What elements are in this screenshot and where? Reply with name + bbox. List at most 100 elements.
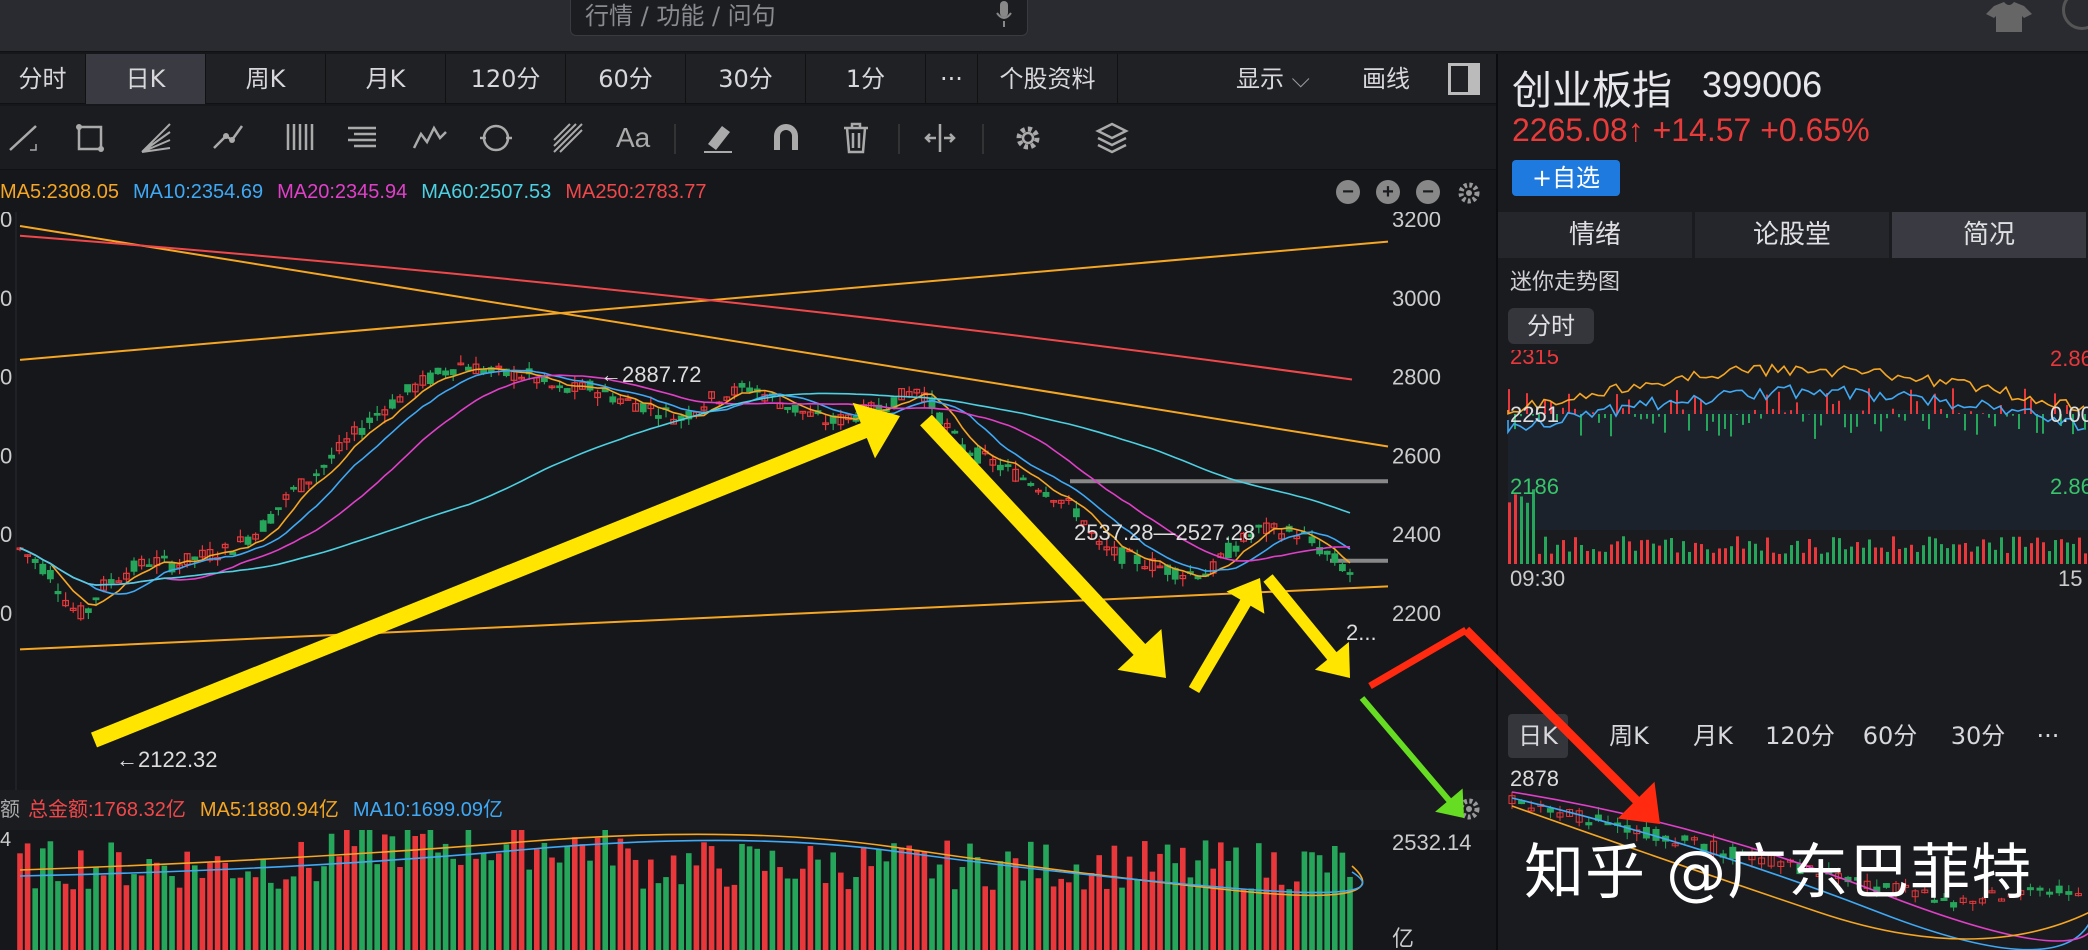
volume-bar [921, 851, 928, 950]
mini-period-tab[interactable]: 120分 [1758, 714, 1842, 758]
volume-bar [777, 867, 783, 950]
display-dropdown[interactable]: 显示 ⌵ [1236, 54, 1310, 104]
mini-volume-bar [1910, 544, 1913, 564]
mini-volume-bar [1994, 549, 1997, 564]
mini-change-bar [1880, 414, 1882, 432]
volume-bar [222, 862, 228, 950]
candle-body [31, 558, 39, 563]
add-favorite-button[interactable]: +自选 [1512, 160, 1620, 196]
volume-chart[interactable]: 2532.14 亿 4 [0, 830, 1496, 950]
eraser-icon[interactable] [700, 120, 736, 156]
mini-change-bar [1886, 414, 1888, 419]
layers-icon[interactable] [1094, 120, 1130, 156]
channel-tool-icon[interactable] [282, 120, 318, 156]
period-tab[interactable]: 1分 [806, 54, 926, 104]
magnet-icon[interactable] [768, 120, 804, 156]
volume-bar [1126, 856, 1133, 950]
volume-bar [245, 871, 251, 950]
mini-change-bar [1994, 414, 1996, 427]
text-tool-icon[interactable]: Aa [616, 122, 652, 158]
period-tab[interactable]: 分时 [0, 54, 86, 104]
volume-bar [724, 886, 730, 950]
mini-period-tab[interactable]: 周K [1594, 714, 1664, 758]
chart-settings-icon[interactable] [1456, 180, 1482, 206]
volume-bar [1012, 858, 1019, 950]
volume-bar [906, 845, 912, 950]
volume-bar [359, 830, 365, 950]
trash-icon[interactable] [838, 120, 874, 156]
period-tab[interactable]: 60分 [566, 54, 686, 104]
line-tool-icon[interactable] [6, 120, 42, 156]
volume-bar [344, 830, 350, 950]
gear-icon[interactable] [1010, 120, 1046, 156]
volume-bar [1263, 877, 1270, 950]
fan-tool-icon[interactable] [138, 120, 174, 156]
volume-settings-icon[interactable] [1456, 796, 1482, 822]
mini-volume-bar [1880, 547, 1883, 564]
volume-bar [366, 830, 373, 950]
mini-change-bar [1700, 399, 1702, 414]
search-box[interactable] [570, 0, 1028, 36]
period-tab[interactable]: 日K [86, 54, 206, 104]
mini-volume-bar [1952, 544, 1955, 564]
mini-period-tab[interactable]: 月K [1678, 714, 1748, 758]
cycle-tool-icon[interactable] [478, 120, 514, 156]
panel-tab[interactable]: 简况 [1892, 212, 2086, 258]
search-input[interactable] [585, 3, 965, 29]
candle-body [229, 551, 237, 556]
period-tab[interactable]: 月K [326, 54, 446, 104]
mini-period-tab[interactable]: 30分 [1940, 714, 2016, 758]
zoom-minus-icon[interactable]: − [1336, 180, 1360, 204]
volume-bar [982, 886, 988, 950]
period-tab[interactable]: 周K [206, 54, 326, 104]
mini-period-tab[interactable]: 60分 [1852, 714, 1928, 758]
volume-bar [655, 883, 662, 950]
wave-tool-icon[interactable] [412, 120, 448, 156]
avatar-icon[interactable] [2062, 0, 2088, 30]
panel-toggle-icon[interactable] [1448, 63, 1480, 95]
fib-tool-icon[interactable] [344, 120, 380, 156]
mini-volume-bar [1670, 538, 1673, 564]
draw-line-button[interactable]: 画线 [1362, 54, 1410, 104]
candle-body [1331, 553, 1339, 563]
shirt-icon[interactable] [1984, 2, 2034, 32]
candle-body [928, 397, 936, 409]
candle-body [54, 590, 62, 595]
kline-chart[interactable]: 3200 0 3000 0 2800 0 2600 0 2400 0 2200 0 ←2887.72 ←2… [0, 212, 1496, 790]
mini-volume-bar [1928, 536, 1931, 564]
segment-tool-icon[interactable] [210, 120, 246, 156]
period-tab[interactable]: 个股资料 [978, 54, 1118, 104]
candle-body [1308, 536, 1316, 544]
period-tab[interactable]: ··· [926, 54, 978, 104]
volume-bar [610, 865, 616, 950]
mini-volume-bar [2048, 551, 2051, 564]
mini-volume-bar [1982, 539, 1985, 564]
volume-bar [518, 830, 525, 950]
candle-body [92, 597, 100, 601]
mini-period-tab[interactable]: 日K [1508, 714, 1568, 758]
mini-intraday-chart[interactable]: 2315 2.86 2251 0.00 2186 2.86 09:30 15 [1498, 350, 2088, 700]
mini-change-bar [1874, 414, 1876, 425]
scale-icon[interactable] [922, 120, 958, 156]
gann-tool-icon[interactable] [550, 120, 586, 156]
volume-bar [1088, 872, 1095, 950]
volume-bar [1043, 844, 1049, 950]
volume-bar [936, 864, 943, 950]
mini-period-tab[interactable]: ··· [2028, 714, 2068, 758]
volume-bar [1066, 882, 1072, 950]
period-tab[interactable]: 120分 [446, 54, 566, 104]
mini-timeshare-button[interactable]: 分时 [1508, 308, 1594, 344]
rect-tool-icon[interactable] [72, 120, 108, 156]
collapse-icon[interactable]: − [1416, 180, 1440, 204]
volume-bar [1028, 841, 1034, 950]
period-tab[interactable]: 30分 [686, 54, 806, 104]
panel-tab[interactable]: 情绪 [1498, 212, 1692, 258]
volume-bar [1119, 887, 1125, 950]
panel-tab[interactable]: 论股堂 [1695, 212, 1889, 258]
zoom-plus-icon[interactable]: + [1376, 180, 1400, 204]
candle-body [389, 399, 396, 409]
volume-bar [1096, 855, 1102, 950]
candle-body [951, 430, 959, 434]
volume-legend: 额总金额:1768.32亿 MA5:1880.94亿 MA10:1699.09亿 [0, 790, 1496, 830]
mic-icon[interactable] [995, 0, 1013, 29]
